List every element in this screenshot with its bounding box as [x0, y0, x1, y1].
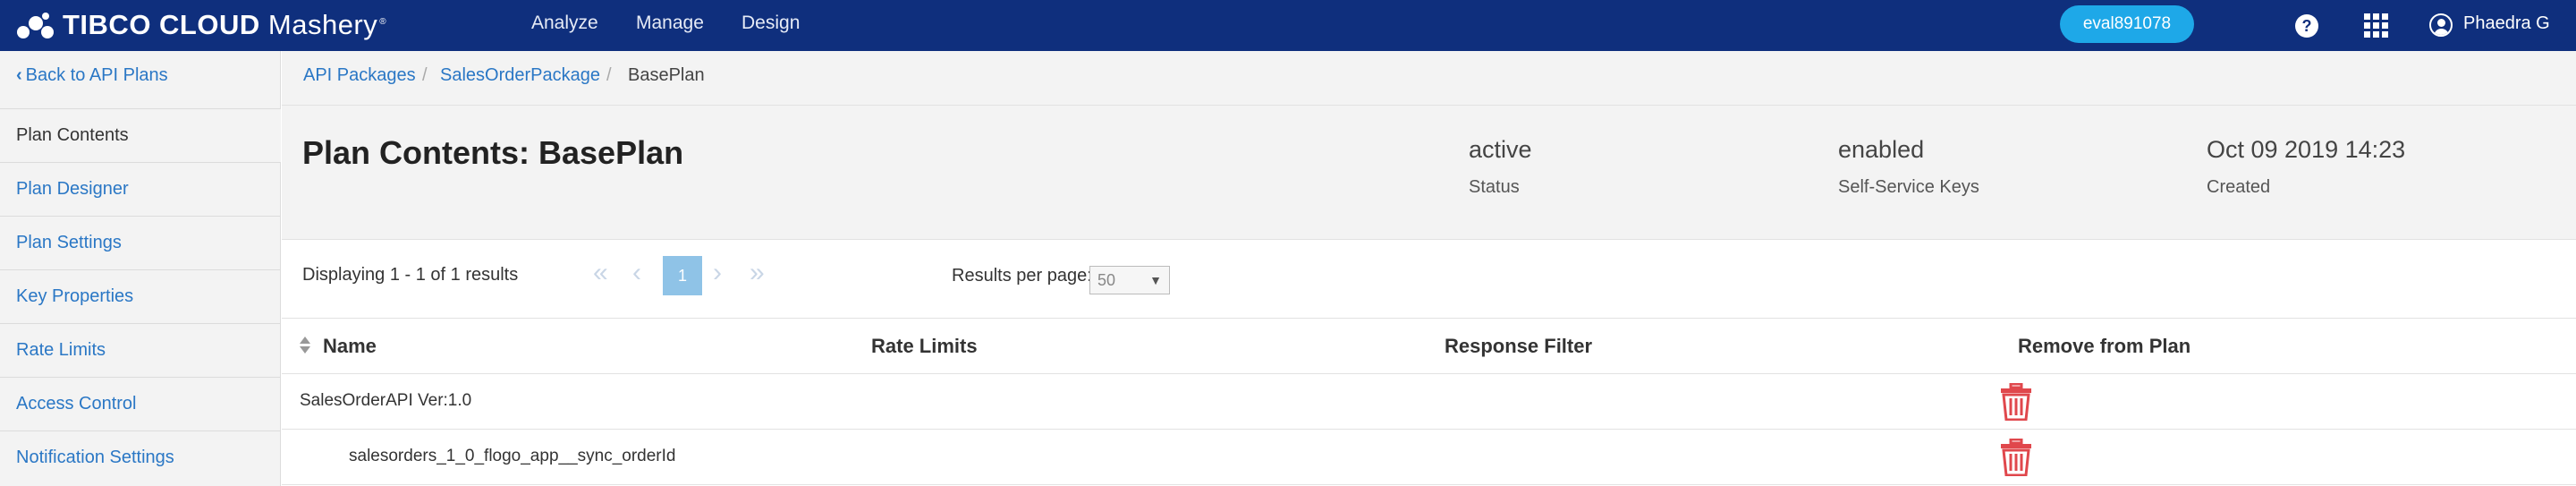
breadcrumb-separator: /: [422, 65, 428, 85]
results-per-page-label: Results per page:: [952, 266, 1092, 286]
back-label: Back to API Plans: [25, 65, 168, 85]
nav-manage[interactable]: Manage: [636, 13, 704, 34]
table-row: SalesOrderAPI Ver:1.0: [282, 374, 2576, 430]
app-grid-icon[interactable]: [2364, 13, 2388, 38]
user-avatar-icon[interactable]: [2429, 13, 2453, 37]
row-name: SalesOrderAPI Ver:1.0: [300, 391, 472, 410]
sort-icon[interactable]: [300, 337, 310, 354]
breadcrumb-separator: /: [606, 65, 612, 85]
chevron-left-icon: ‹: [16, 65, 22, 85]
account-badge[interactable]: eval891078: [2060, 5, 2194, 43]
page-title: Plan Contents: BasePlan: [302, 134, 684, 171]
breadcrumb-salesorderpackage[interactable]: SalesOrderPackage: [440, 65, 600, 86]
sidebar-item-plan-designer[interactable]: Plan Designer: [0, 162, 281, 216]
current-page-button[interactable]: 1: [663, 256, 702, 295]
plan-header: Plan Contents: BasePlan active Status en…: [282, 106, 2576, 240]
caret-down-icon: ▼: [1149, 273, 1162, 287]
logo-text: TIBCO CLOUD Mashery ®: [63, 9, 387, 40]
sidebar-item-notification-settings[interactable]: Notification Settings: [0, 431, 281, 484]
trash-icon[interactable]: [1999, 439, 2033, 476]
breadcrumb-baseplan: BasePlan: [628, 65, 705, 85]
sidebar: ‹ Back to API Plans Plan Contents Plan De…: [0, 51, 281, 486]
tibco-logo-icon: [17, 13, 54, 38]
pagination-bar: Displaying 1 - 1 of 1 results « ‹ 1 › » …: [282, 240, 2576, 319]
breadcrumb-api-packages[interactable]: API Packages: [303, 65, 416, 86]
self-service-keys-label: Self-Service Keys: [1838, 177, 1979, 197]
created-label: Created: [2207, 177, 2271, 197]
results-per-page-select[interactable]: 50 ▼: [1089, 266, 1170, 294]
column-header-name[interactable]: Name: [323, 335, 377, 358]
prev-page-icon[interactable]: ‹: [632, 258, 641, 288]
sidebar-item-plan-contents[interactable]: Plan Contents: [0, 108, 281, 162]
self-service-keys-value: enabled: [1838, 136, 1925, 163]
breadcrumb: API Packages / SalesOrderPackage / BaseP…: [282, 51, 2576, 106]
sidebar-item-plan-settings[interactable]: Plan Settings: [0, 216, 281, 269]
created-value: Oct 09 2019 14:23: [2207, 136, 2406, 163]
first-page-icon[interactable]: «: [593, 258, 608, 288]
trash-icon[interactable]: [1999, 383, 2033, 421]
status-value: active: [1469, 136, 1532, 163]
user-name[interactable]: Phaedra G: [2463, 13, 2550, 34]
status-label: Status: [1469, 177, 1520, 197]
tibco-cloud-mashery-logo[interactable]: TIBCO CLOUD Mashery ®: [16, 7, 386, 43]
column-header-response-filter: Response Filter: [1445, 335, 1593, 357]
back-to-api-plans-link[interactable]: ‹ Back to API Plans: [16, 65, 168, 86]
results-count: Displaying 1 - 1 of 1 results: [302, 265, 519, 285]
table-row: salesorders_1_0_flogo_app__sync_orderId: [282, 430, 2576, 485]
nav-design[interactable]: Design: [741, 13, 800, 34]
column-header-rate-limits: Rate Limits: [871, 335, 978, 357]
table-header-row: Name Rate Limits Response Filter Remove …: [282, 319, 2576, 374]
sidebar-item-key-properties[interactable]: Key Properties: [0, 269, 281, 323]
next-page-icon[interactable]: ›: [713, 258, 722, 288]
last-page-icon[interactable]: »: [750, 258, 765, 288]
top-navigation-bar: TIBCO CLOUD Mashery ® Analyze Manage Desi…: [0, 0, 2576, 51]
help-icon[interactable]: ?: [2295, 14, 2318, 38]
column-header-remove-from-plan: Remove from Plan: [2018, 335, 2191, 357]
nav-analyze[interactable]: Analyze: [531, 13, 598, 34]
row-name: salesorders_1_0_flogo_app__sync_orderId: [349, 447, 676, 465]
sidebar-item-access-control[interactable]: Access Control: [0, 377, 281, 431]
sidebar-item-rate-limits[interactable]: Rate Limits: [0, 323, 281, 377]
results-per-page-value: 50: [1097, 270, 1116, 289]
